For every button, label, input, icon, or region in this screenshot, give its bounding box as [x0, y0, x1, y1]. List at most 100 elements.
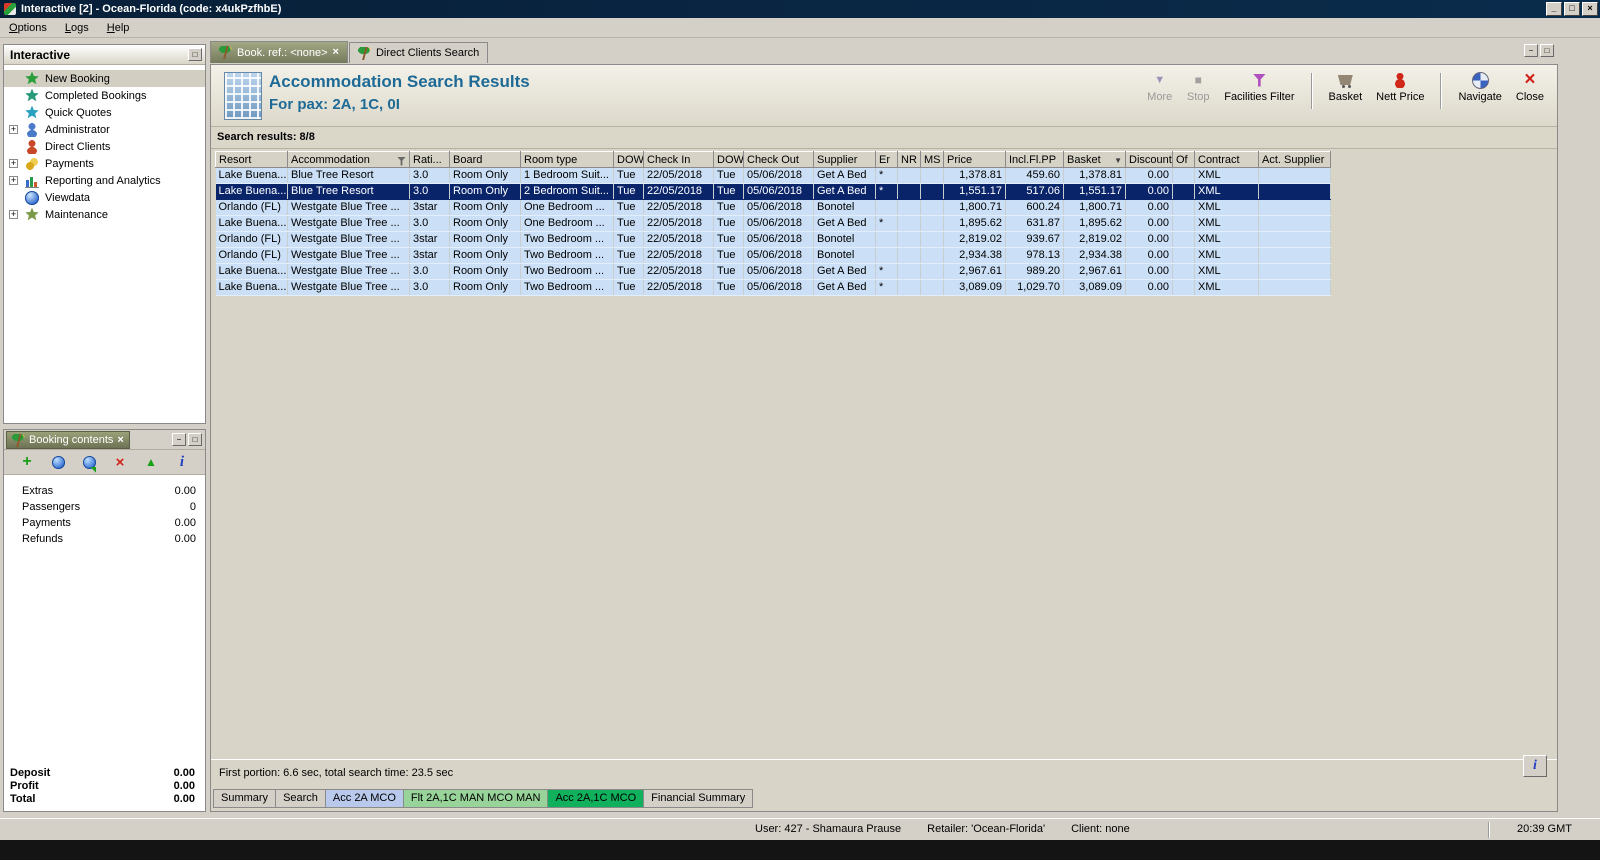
column-header-label: NR [901, 153, 917, 166]
tab-summary[interactable]: Summary [213, 789, 277, 808]
close-icon[interactable]: × [117, 434, 123, 446]
menu-item-logs[interactable]: Logs [56, 18, 98, 38]
column-header-er[interactable]: Er [875, 151, 898, 168]
sidebar-header: Interactive □ [4, 45, 205, 65]
info-button[interactable]: i [1523, 755, 1547, 777]
list-item[interactable]: Refunds 0.00 [4, 531, 205, 547]
table-row[interactable]: Orlando (FL) Westgate Blue Tree ... 3star R… [215, 247, 1331, 264]
toolbar-button[interactable]: i [173, 453, 191, 471]
list-item[interactable]: Extras 0.00 [4, 483, 205, 499]
table-cell: Two Bedroom ... [520, 279, 614, 296]
sidebar-item-quick-quotes[interactable]: + Quick Quotes [4, 104, 205, 121]
toolbar-button-facilities-filter[interactable]: Facilities Filter [1221, 70, 1297, 105]
column-header-basket[interactable]: Basket ▼ [1063, 151, 1126, 168]
sidebar-item-label: Reporting and Analytics [45, 174, 161, 187]
tab-direct-clients-search[interactable]: Direct Clients Search × [348, 42, 489, 63]
table-row[interactable]: Lake Buena... Blue Tree Resort 3.0 Room Onl… [215, 183, 1331, 200]
sidebar-item-new-booking[interactable]: + New Booking [4, 70, 205, 87]
column-header-label: Check In [647, 153, 691, 166]
minimize-button[interactable]: _ [1546, 2, 1562, 16]
tab-acc-2a-1c-mco[interactable]: Acc 2A,1C MCO [547, 789, 645, 808]
tab-acc-2a-mco[interactable]: Acc 2A MCO [324, 789, 404, 808]
column-header-discount[interactable]: Discount [1125, 151, 1173, 168]
sidebar-item-reporting-and-analytics[interactable]: + Reporting and Analytics [4, 172, 205, 189]
window-title: Interactive [2] - Ocean-Florida (code: x… [21, 3, 282, 15]
table-row[interactable]: Lake Buena... Westgate Blue Tree ... 3.0 Ro… [215, 279, 1331, 296]
toolbar-button-navigate[interactable]: Navigate [1455, 70, 1504, 105]
table-row[interactable]: Lake Buena... Westgate Blue Tree ... 3.0 Ro… [215, 263, 1331, 280]
panel-restore-button[interactable]: □ [188, 433, 202, 446]
mdi-restore-button[interactable]: □ [1540, 44, 1554, 57]
column-header-contract[interactable]: Contract [1194, 151, 1259, 168]
toolbar-button-close[interactable]: Close [1513, 70, 1547, 105]
table-row[interactable]: Lake Buena... Westgate Blue Tree ... 3.0 Ro… [215, 215, 1331, 232]
column-header-of[interactable]: Of [1172, 151, 1195, 168]
mdi-minimize-button[interactable]: − [1524, 44, 1538, 57]
column-header-room-type[interactable]: Room type [520, 151, 614, 168]
list-item[interactable]: Passengers 0 [4, 499, 205, 515]
table-cell: 05/06/2018 [743, 263, 814, 280]
tab-book-ref-none[interactable]: Book. ref.: <none> × [210, 41, 348, 63]
toolbar-button-nett-price[interactable]: Nett Price [1373, 70, 1427, 105]
column-header-board[interactable]: Board [449, 151, 521, 168]
table-row[interactable]: Orlando (FL) Westgate Blue Tree ... 3star R… [215, 199, 1331, 216]
tree-expander-icon[interactable]: + [9, 125, 18, 134]
sidebar-item-payments[interactable]: + Payments [4, 155, 205, 172]
list-item[interactable]: Payments 0.00 [4, 515, 205, 531]
toolbar-button[interactable]: × [111, 453, 129, 471]
table-cell [1258, 231, 1331, 248]
column-header-incl-fl-pp[interactable]: Incl.Fl.PP [1005, 151, 1064, 168]
toolbar-button[interactable]: + [18, 453, 36, 471]
status-retailer: Retailer: 'Ocean-Florida' [927, 823, 1046, 835]
table-row[interactable]: Lake Buena... Blue Tree Resort 3.0 Room Onl… [215, 167, 1331, 184]
table-cell: Orlando (FL) [215, 247, 288, 264]
column-header-dow[interactable]: DOW [713, 151, 744, 168]
toolbar-button[interactable]: ▲ [142, 453, 160, 471]
column-header-check-out[interactable]: Check Out [743, 151, 814, 168]
close-button[interactable]: × [1582, 2, 1598, 16]
table-cell: Blue Tree Resort [287, 183, 410, 200]
sidebar-item-maintenance[interactable]: + Maintenance [4, 206, 205, 223]
tab-search[interactable]: Search [275, 789, 326, 808]
column-header-dow[interactable]: DOW [613, 151, 644, 168]
tab-flt-2a-1c-man-mco-man[interactable]: Flt 2A,1C MAN MCO MAN [402, 789, 549, 808]
column-header-supplier[interactable]: Supplier [813, 151, 876, 168]
sidebar-restore-button[interactable]: □ [188, 48, 202, 61]
tree-expander-icon[interactable]: + [9, 176, 18, 185]
toolbar-button[interactable] [49, 453, 67, 471]
toolbar-button-basket[interactable]: Basket [1326, 70, 1366, 105]
filter-icon[interactable] [397, 156, 406, 166]
toolbar-button-stop[interactable]: Stop [1183, 70, 1213, 105]
results-table[interactable]: Resort Accommodation Rati... Board Room type… [215, 151, 1331, 296]
sidebar-item-viewdata[interactable]: + Viewdata [4, 189, 205, 206]
column-header-act-supplier[interactable]: Act. Supplier [1258, 151, 1331, 168]
column-header-accommodation[interactable]: Accommodation [287, 151, 410, 168]
booking-contents-tab[interactable]: Booking contents × [6, 431, 130, 449]
table-row[interactable]: Orlando (FL) Westgate Blue Tree ... 3star R… [215, 231, 1331, 248]
sidebar-item-label: Administrator [45, 123, 110, 136]
table-cell: Two Bedroom ... [520, 247, 614, 264]
sidebar-item-administrator[interactable]: + Administrator [4, 121, 205, 138]
toolbar-button[interactable] [80, 453, 98, 471]
column-header-price[interactable]: Price [943, 151, 1006, 168]
tree-expander-icon[interactable]: + [9, 210, 18, 219]
tree-expander-icon[interactable]: + [9, 159, 18, 168]
column-header-check-in[interactable]: Check In [643, 151, 714, 168]
column-header-label: Resort [219, 153, 252, 166]
menu-item-options[interactable]: Options [0, 18, 56, 38]
column-header-rati[interactable]: Rati... [409, 151, 450, 168]
column-header-resort[interactable]: Resort [215, 151, 288, 168]
panel-minimize-button[interactable]: − [172, 433, 186, 446]
maximize-button[interactable]: □ [1564, 2, 1580, 16]
column-header-nr[interactable]: NR [897, 151, 921, 168]
sidebar-item-direct-clients[interactable]: + Direct Clients [4, 138, 205, 155]
column-header-label: Accommodation [291, 153, 370, 166]
menu-item-help[interactable]: Help [98, 18, 139, 38]
table-cell [1172, 263, 1195, 280]
tab-close-icon[interactable]: × [333, 47, 339, 58]
toolbar-button-more[interactable]: More [1144, 70, 1175, 105]
tab-financial-summary[interactable]: Financial Summary [643, 789, 754, 808]
column-header-ms[interactable]: MS [920, 151, 944, 168]
toolbar-button-label: Close [1515, 91, 1544, 103]
sidebar-item-completed-bookings[interactable]: + Completed Bookings [4, 87, 205, 104]
